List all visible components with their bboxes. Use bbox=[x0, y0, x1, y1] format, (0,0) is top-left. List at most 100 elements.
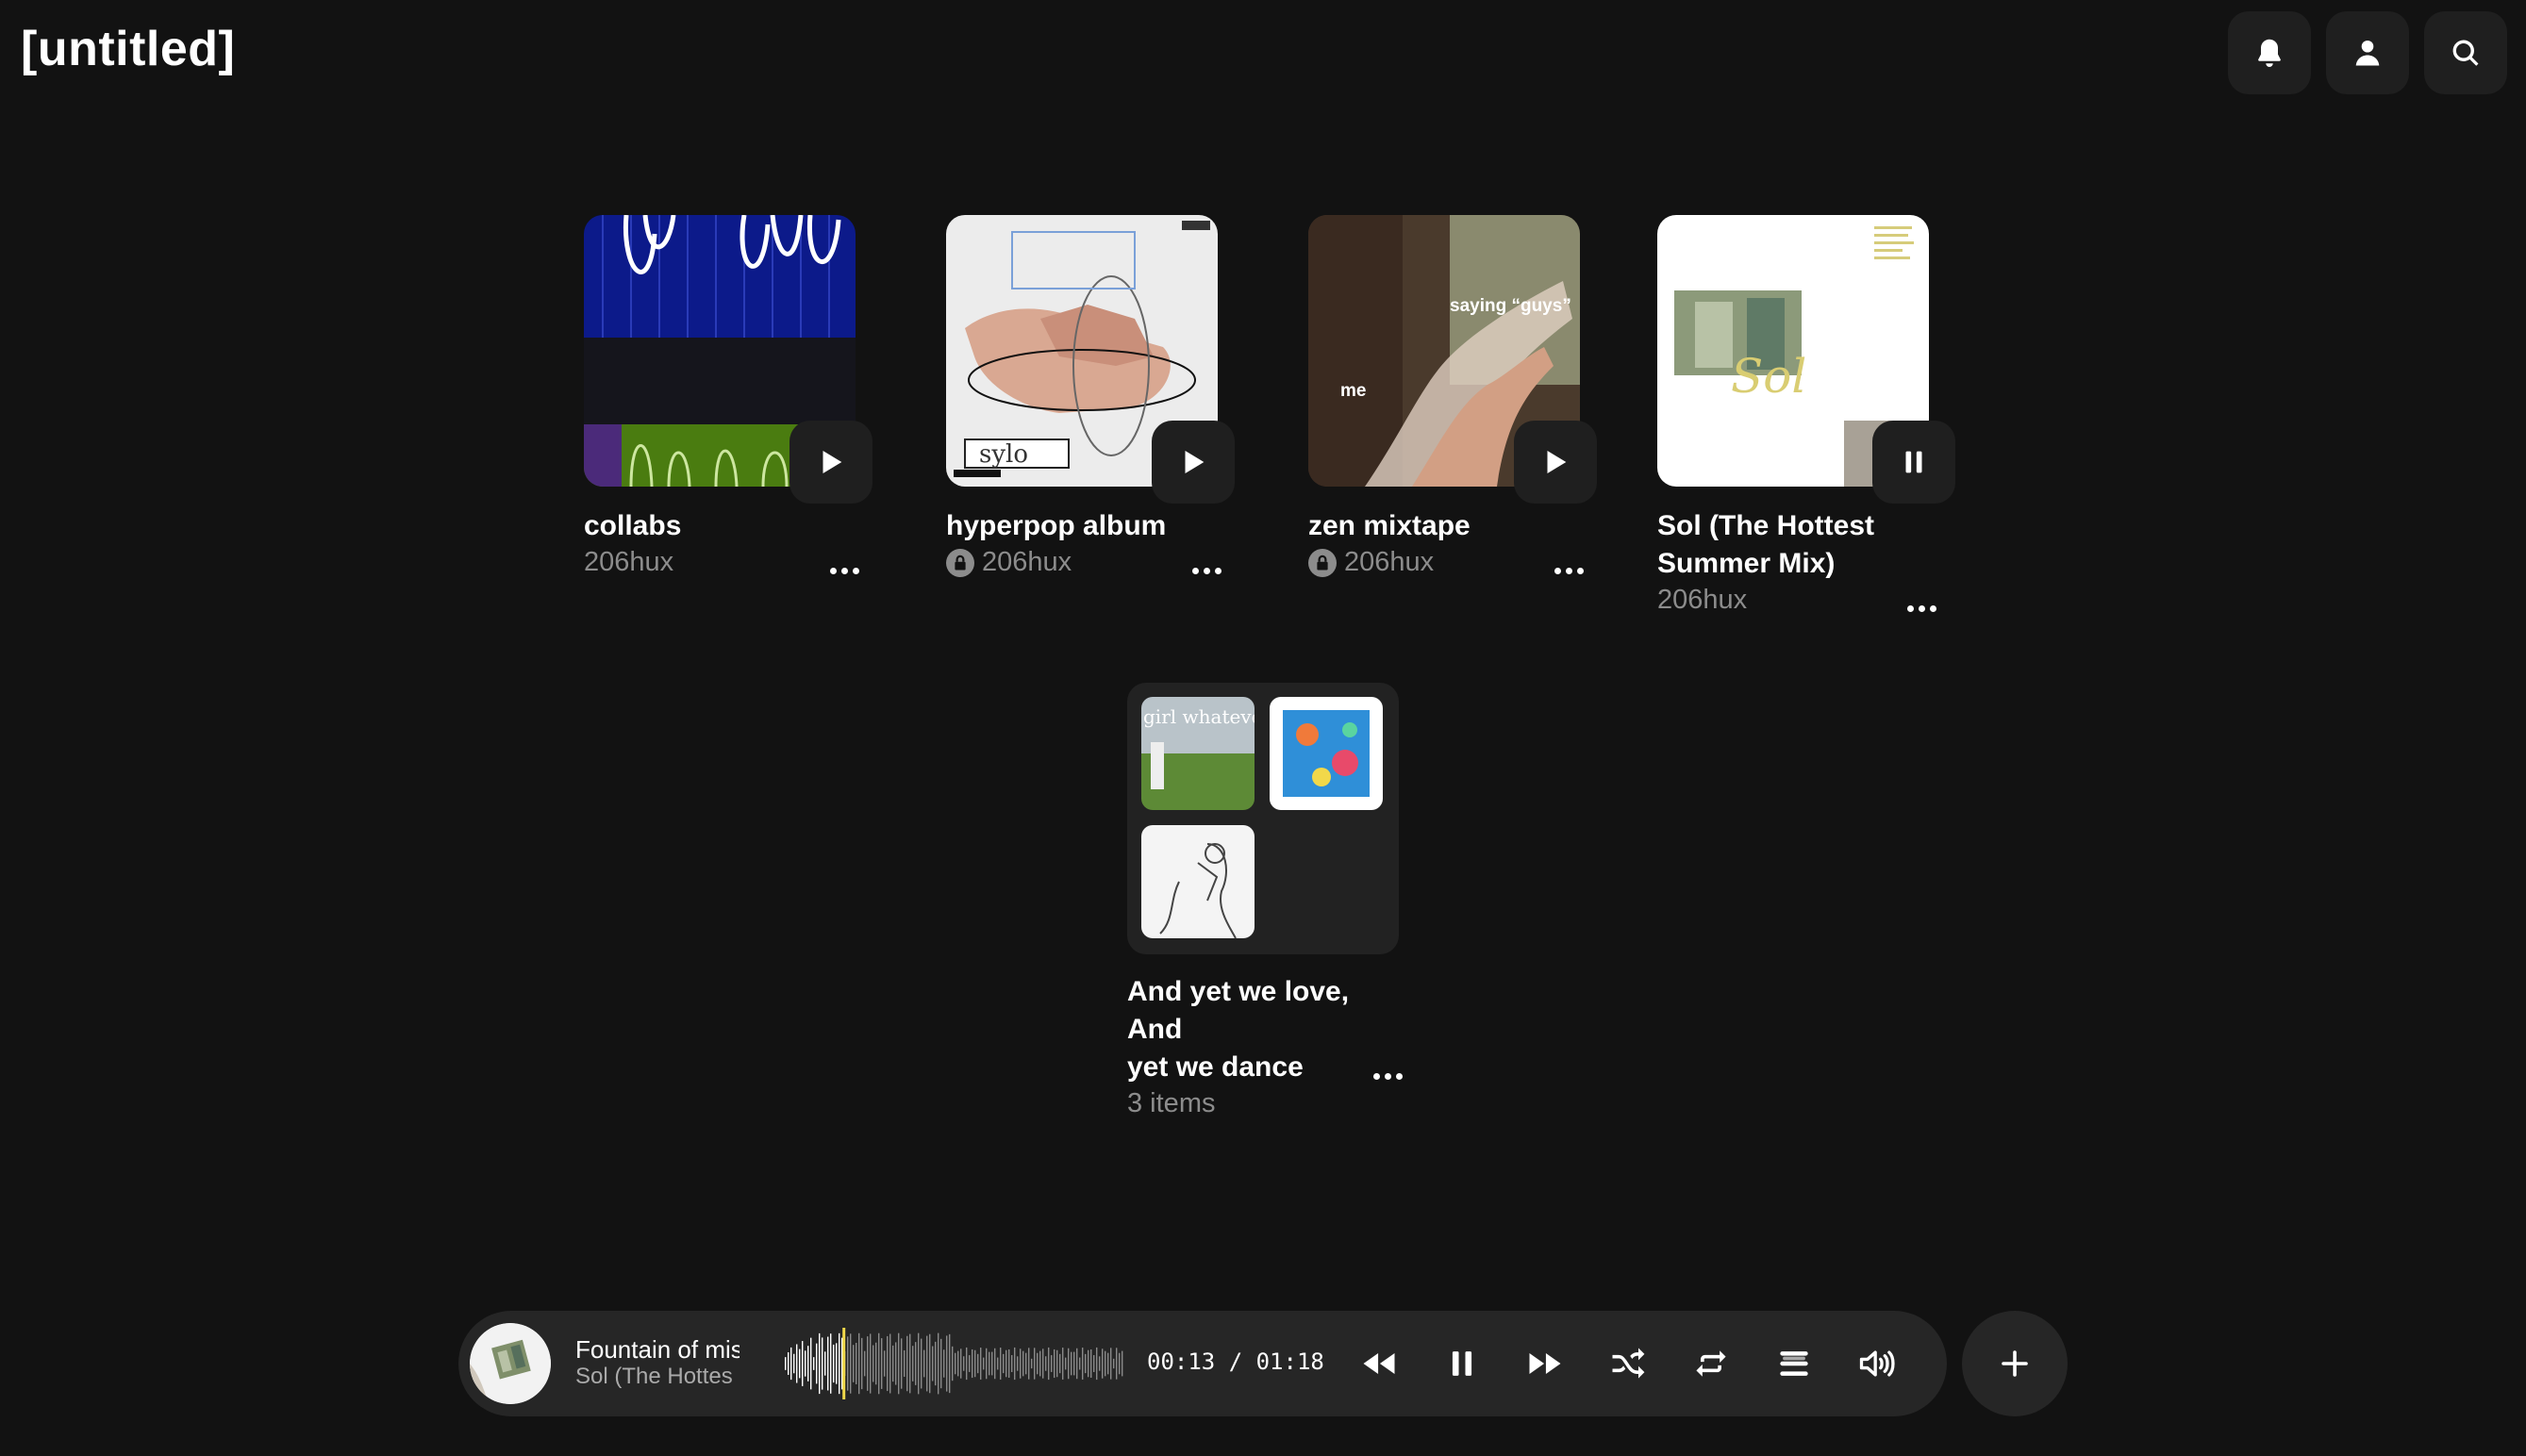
waveform-bar bbox=[884, 1350, 886, 1377]
owner-name[interactable]: 206hux bbox=[1344, 547, 1434, 578]
dot-icon bbox=[1203, 567, 1210, 574]
album-art-image bbox=[470, 1323, 551, 1404]
waveform-bar bbox=[836, 1343, 838, 1384]
cover-caption: me bbox=[1340, 381, 1366, 401]
waveform-bar bbox=[986, 1348, 988, 1380]
playlist-owner[interactable]: 206hux bbox=[1657, 585, 1940, 616]
search-button[interactable] bbox=[2424, 11, 2507, 94]
fast-forward-button[interactable] bbox=[1519, 1337, 1571, 1390]
waveform-bar bbox=[1042, 1348, 1044, 1379]
playlist-title[interactable]: hyperpop album bbox=[946, 507, 1229, 545]
pause-icon bbox=[1905, 451, 1922, 473]
waveform-bar bbox=[889, 1333, 891, 1394]
pause-button[interactable] bbox=[1436, 1337, 1488, 1390]
waveform-bar bbox=[909, 1333, 911, 1394]
dot-icon bbox=[829, 567, 837, 574]
play-button[interactable] bbox=[789, 421, 872, 504]
waveform-bar bbox=[847, 1336, 849, 1391]
waveform-bar bbox=[850, 1333, 852, 1394]
owner-name[interactable]: 206hux bbox=[1657, 585, 1747, 616]
waveform-bar bbox=[923, 1349, 925, 1378]
rewind-button[interactable] bbox=[1353, 1337, 1405, 1390]
waveform-bar bbox=[892, 1345, 894, 1382]
waveform-bar bbox=[1076, 1348, 1078, 1380]
folder-thumb: girl whatever bbox=[1141, 697, 1255, 810]
playlist-title[interactable]: Sol (The Hottest Summer Mix) bbox=[1657, 507, 1940, 583]
time-display: 00:13 / 01:18 bbox=[1147, 1348, 1324, 1375]
more-options-button[interactable] bbox=[822, 556, 867, 585]
waveform-bar bbox=[1045, 1356, 1047, 1371]
play-button[interactable] bbox=[1514, 421, 1597, 504]
folder-cover[interactable]: girl whatever bbox=[1127, 683, 1399, 954]
dot-icon bbox=[1929, 604, 1936, 612]
playlist-card-collabs[interactable]: collabs 206hux bbox=[584, 215, 872, 578]
waveform-bar bbox=[926, 1335, 928, 1392]
repeat-button[interactable] bbox=[1685, 1337, 1737, 1390]
title-line[interactable]: Summer Mix) bbox=[1657, 545, 1940, 583]
waveform-bar bbox=[1082, 1348, 1084, 1380]
now-playing-artwork[interactable] bbox=[470, 1323, 551, 1404]
playlist-title[interactable]: zen mixtape bbox=[1308, 507, 1591, 545]
notifications-button[interactable] bbox=[2228, 11, 2311, 94]
waveform-bar bbox=[1113, 1358, 1115, 1369]
repeat-icon bbox=[1696, 1350, 1726, 1377]
waveform-bar bbox=[887, 1335, 889, 1392]
cover-caption: saying “guys” bbox=[1450, 296, 1571, 316]
play-icon bbox=[1547, 450, 1567, 474]
folder-card[interactable]: And yet we love, And yet we dance 3 item… bbox=[1127, 973, 1410, 1119]
profile-button[interactable] bbox=[2326, 11, 2409, 94]
waveform-bar bbox=[1056, 1349, 1058, 1378]
plus-icon bbox=[2002, 1350, 2028, 1377]
play-button[interactable] bbox=[1152, 421, 1235, 504]
more-options-button[interactable] bbox=[1365, 1062, 1410, 1090]
playlist-card-sol[interactable]: Sol Sol (The Hottest Summer Mix) 206hux bbox=[1657, 215, 1955, 616]
waveform-bar bbox=[799, 1348, 801, 1379]
waveform-bar bbox=[912, 1346, 914, 1382]
playhead[interactable] bbox=[842, 1328, 846, 1399]
time-separator: / bbox=[1228, 1348, 1243, 1375]
volume-button[interactable] bbox=[1851, 1337, 1903, 1390]
track-album[interactable]: Sol (The Hottes bbox=[575, 1364, 740, 1390]
waveform-bar bbox=[943, 1349, 945, 1378]
more-options-button[interactable] bbox=[1184, 556, 1229, 585]
owner-name[interactable]: 206hux bbox=[584, 547, 673, 578]
title-line[interactable]: And yet we love, And bbox=[1127, 973, 1410, 1049]
waveform-bar bbox=[932, 1346, 934, 1382]
track-title[interactable]: Fountain of mis bbox=[575, 1335, 740, 1365]
waveform-bar bbox=[1073, 1351, 1075, 1376]
waveform-bar bbox=[1054, 1348, 1055, 1379]
playlist-card-hyperpop-album[interactable]: sylo hyperpop album 206hux bbox=[946, 215, 1235, 578]
waveform-bar bbox=[898, 1332, 900, 1395]
queue-button[interactable] bbox=[1768, 1337, 1820, 1390]
waveform-bar bbox=[861, 1337, 863, 1390]
playlist-title[interactable]: collabs bbox=[584, 507, 867, 545]
waveform-seekbar[interactable] bbox=[785, 1328, 1124, 1399]
dot-icon bbox=[852, 567, 859, 574]
dot-icon bbox=[840, 567, 848, 574]
more-options-button[interactable] bbox=[1899, 594, 1944, 622]
waveform-bar bbox=[994, 1348, 996, 1380]
playlist-card-zen-mixtape[interactable]: saying “guys” me zen mixtape 206hux bbox=[1308, 215, 1597, 578]
owner-name[interactable]: 206hux bbox=[982, 547, 1072, 578]
add-button[interactable] bbox=[1962, 1311, 2068, 1416]
waveform-bar bbox=[813, 1357, 815, 1370]
title-line[interactable]: Sol (The Hottest bbox=[1657, 507, 1940, 545]
app-title[interactable]: [untitled] bbox=[21, 21, 235, 77]
waveform-bar bbox=[878, 1332, 880, 1395]
pause-button[interactable] bbox=[1872, 421, 1955, 504]
waveform-bar bbox=[1022, 1350, 1024, 1377]
waveform-bar bbox=[969, 1355, 971, 1372]
waveform-bar bbox=[824, 1351, 826, 1376]
thumb-image: girl whatever bbox=[1141, 697, 1255, 810]
waveform-bar bbox=[1051, 1355, 1053, 1372]
waveform-bar bbox=[1059, 1353, 1061, 1374]
rewind-icon bbox=[1363, 1353, 1395, 1374]
waveform-bar bbox=[1110, 1348, 1112, 1380]
fast-forward-icon bbox=[1529, 1353, 1561, 1374]
waveform-bar bbox=[1119, 1352, 1121, 1375]
waveform-bar bbox=[833, 1344, 835, 1383]
shuffle-button[interactable] bbox=[1602, 1337, 1654, 1390]
dot-icon bbox=[1565, 567, 1572, 574]
waveform-bar bbox=[870, 1333, 872, 1394]
more-options-button[interactable] bbox=[1546, 556, 1591, 585]
